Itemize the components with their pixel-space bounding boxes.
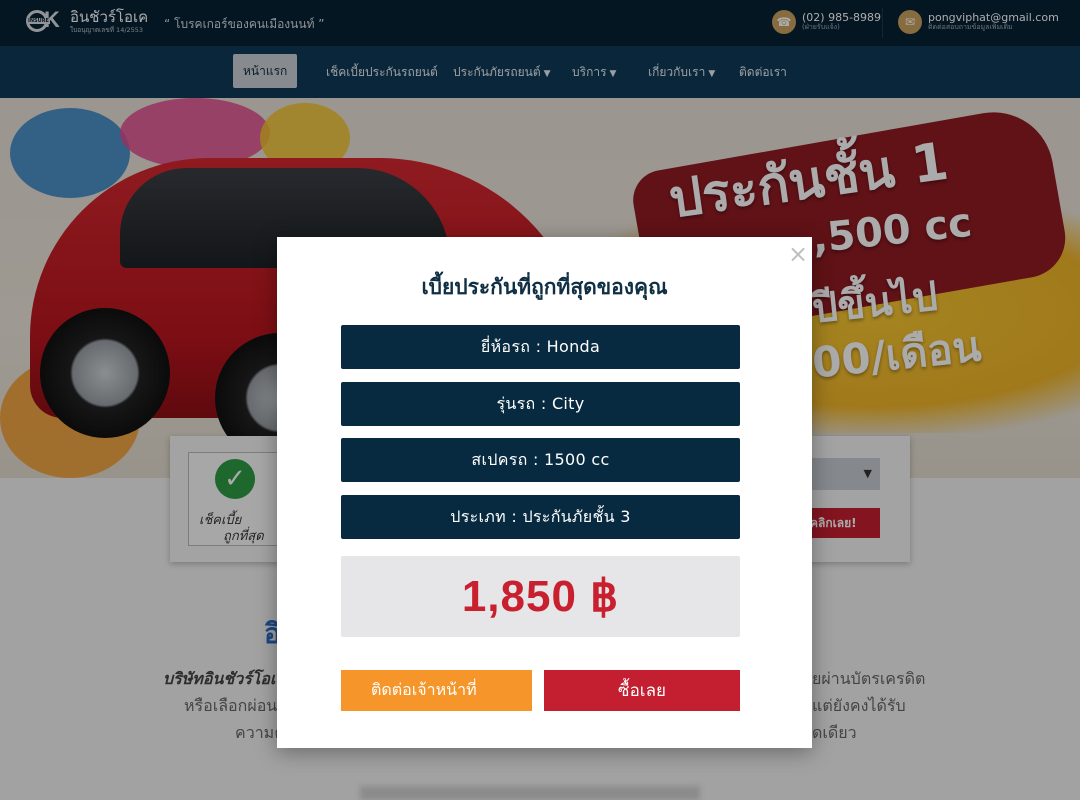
close-icon[interactable]: × — [787, 242, 809, 266]
info-row-spec: สเปครถ : 1500 cc — [341, 438, 740, 482]
modal-title: เบี้ยประกันที่ถูกที่สุดของคุณ — [421, 275, 668, 299]
premium-result-modal: × เบี้ยประกันที่ถูกที่สุดของคุณ ยี่ห้อรถ… — [277, 237, 812, 748]
info-row-type: ประเภท : ประกันภัยชั้น 3 — [341, 495, 740, 539]
premium-price: 1,850 ฿ — [461, 572, 620, 621]
buy-now-button[interactable]: ซื้อเลย — [544, 670, 740, 711]
price-box: 1,850 ฿ — [341, 556, 740, 637]
contact-staff-button[interactable]: ติดต่อเจ้าหน้าที่ — [341, 670, 532, 711]
info-row-brand: ยี่ห้อรถ : Honda — [341, 325, 740, 369]
info-row-model: รุ่นรถ : City — [341, 382, 740, 426]
